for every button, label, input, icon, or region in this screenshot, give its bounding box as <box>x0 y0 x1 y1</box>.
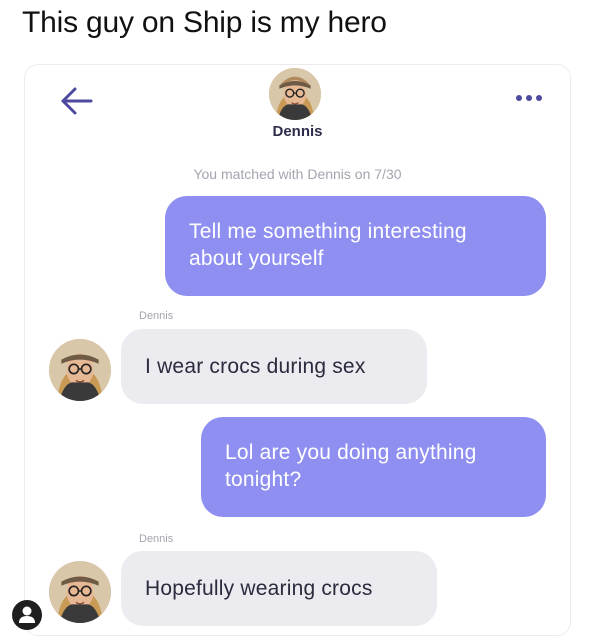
contact-avatar[interactable] <box>269 68 321 120</box>
post-caption: This guy on Ship is my hero <box>22 6 387 39</box>
message-incoming: Hopefully wearing crocs <box>121 551 437 626</box>
more-options-button[interactable] <box>516 95 542 101</box>
more-horizontal-icon <box>516 95 522 101</box>
person-photo-icon <box>49 561 111 623</box>
sender-avatar[interactable] <box>49 561 111 623</box>
message-incoming: I wear crocs during sex <box>121 329 427 404</box>
message-outgoing: Tell me something interesting about your… <box>165 196 546 296</box>
contact-name: Dennis <box>272 123 323 140</box>
person-icon <box>19 606 35 623</box>
user-profile-icon[interactable] <box>12 600 42 630</box>
sender-avatar[interactable] <box>49 339 111 401</box>
arrow-left-icon <box>61 87 93 115</box>
sender-label: Dennis <box>139 533 174 545</box>
person-photo-icon <box>49 339 111 401</box>
back-button[interactable] <box>59 87 95 115</box>
match-notice: You matched with Dennis on 7/30 <box>193 166 402 182</box>
sender-label: Dennis <box>139 310 174 322</box>
person-photo-icon <box>269 68 321 120</box>
message-outgoing: Lol are you doing anything tonight? <box>201 417 546 517</box>
chat-screenshot: Dennis You matched with Dennis on 7/30 T… <box>24 64 571 636</box>
